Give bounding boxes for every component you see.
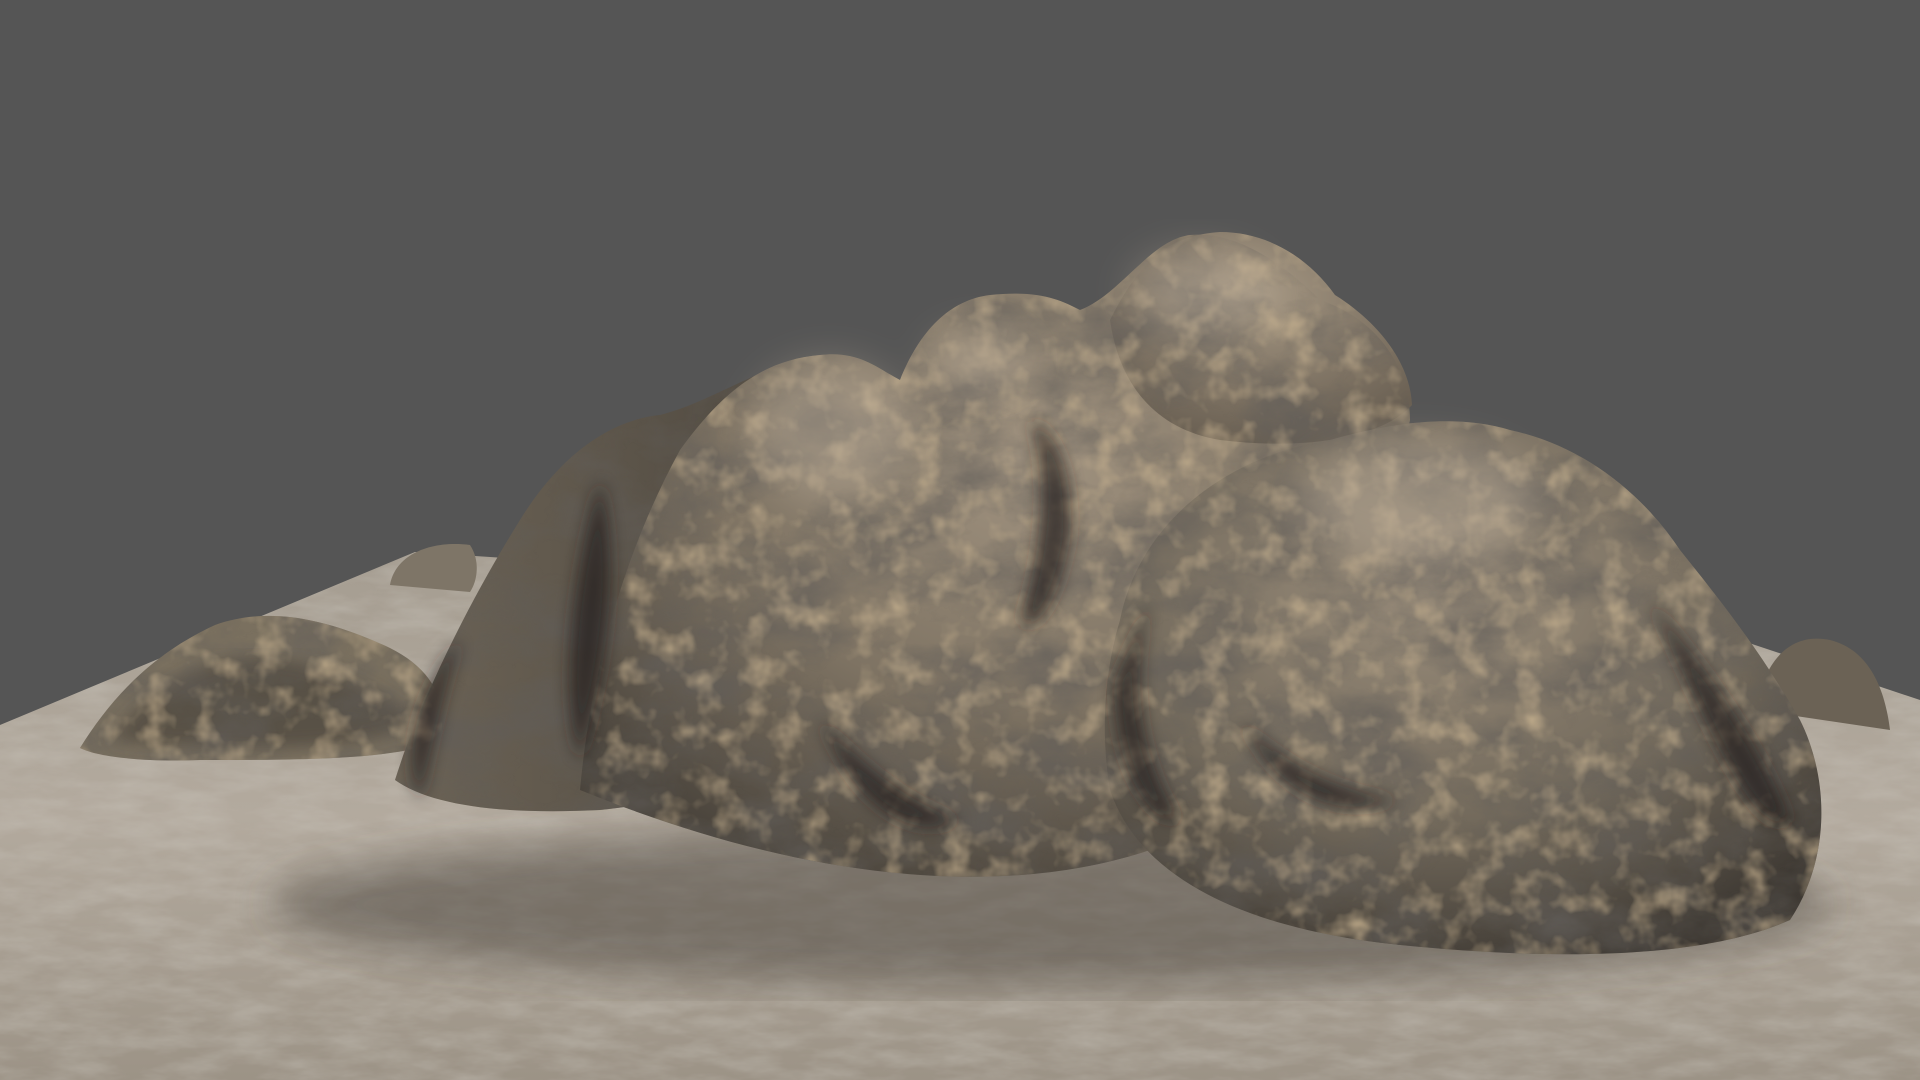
rock-render-viewport	[0, 0, 1920, 1080]
